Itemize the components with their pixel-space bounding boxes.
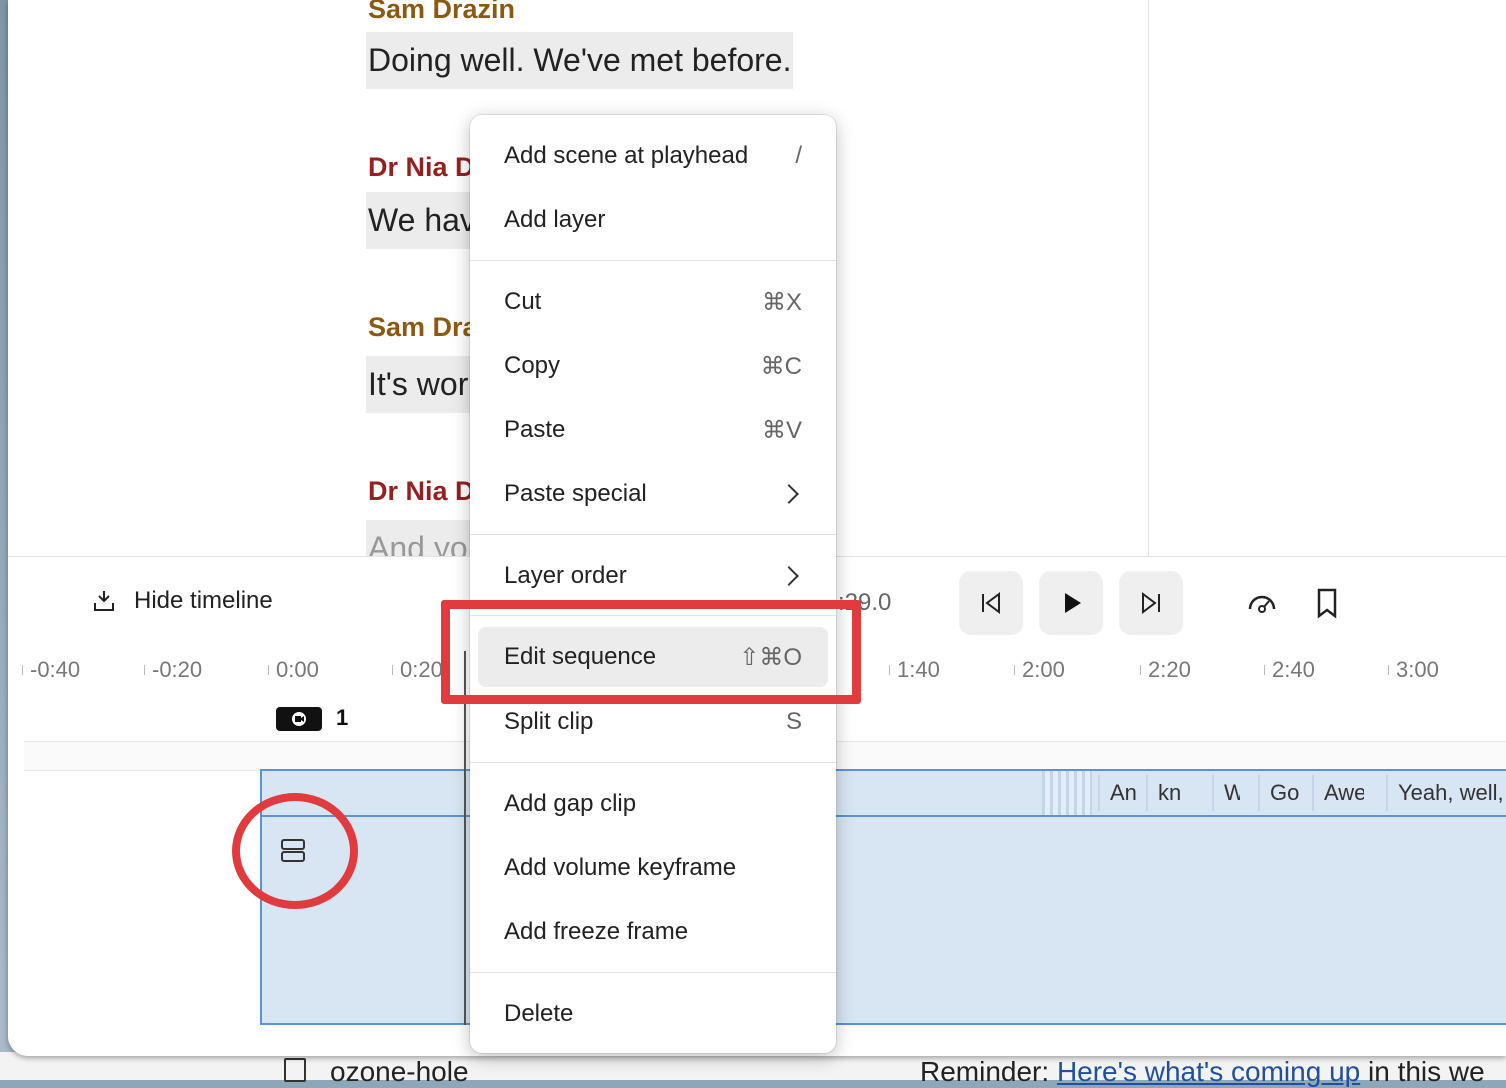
scene-camera-icon bbox=[276, 707, 322, 731]
word-chip[interactable]: Go bbox=[1258, 775, 1304, 811]
menu-item-add-layer[interactable]: Add layer bbox=[478, 193, 828, 247]
menu-item-layer-order[interactable]: Layer order bbox=[478, 549, 828, 603]
scene-number: 1 bbox=[336, 705, 349, 730]
transcript-line[interactable]: Doing well. We've met before. bbox=[366, 32, 794, 89]
menu-item-copy[interactable]: Copy ⌘C bbox=[478, 339, 828, 393]
play-icon bbox=[1065, 593, 1081, 613]
menu-item-add-volume-keyframe[interactable]: Add volume keyframe bbox=[478, 841, 828, 895]
chevron-right-icon bbox=[779, 566, 799, 586]
sequence-clip[interactable]: An kn W Go Awe Yeah, well, bbox=[232, 769, 1506, 1025]
ruler-tick: 2:40 bbox=[1264, 657, 1315, 682]
speaker-name: Dr Nia D bbox=[368, 476, 475, 506]
menu-item-paste[interactable]: Paste ⌘V bbox=[478, 403, 828, 457]
background-reminder: Reminder: Here's what's coming up in thi… bbox=[920, 1056, 1485, 1087]
hide-timeline-label: Hide timeline bbox=[134, 587, 273, 614]
word-stripes bbox=[1042, 771, 1092, 815]
chevron-right-icon bbox=[779, 484, 799, 504]
menu-separator bbox=[470, 762, 836, 763]
menu-item-delete[interactable]: Delete bbox=[478, 987, 828, 1041]
skip-back-icon bbox=[982, 592, 1000, 614]
speedometer-icon bbox=[1248, 595, 1276, 613]
word-chip[interactable]: Awe bbox=[1312, 775, 1364, 811]
ruler-tick: 0:00 bbox=[268, 657, 319, 682]
menu-item-add-freeze-frame[interactable]: Add freeze frame bbox=[478, 905, 828, 959]
menu-separator bbox=[470, 260, 836, 261]
play-button[interactable] bbox=[1039, 571, 1103, 635]
word-chip[interactable]: kn bbox=[1146, 775, 1188, 811]
bookmark-button[interactable] bbox=[1309, 585, 1345, 621]
reminder-link[interactable]: Here's what's coming up bbox=[1057, 1056, 1360, 1087]
speaker-name: Sam Drazin bbox=[368, 0, 516, 24]
menu-separator bbox=[470, 534, 836, 535]
skip-forward-button[interactable] bbox=[1119, 571, 1183, 635]
bookmark-icon bbox=[1317, 588, 1337, 619]
transcript-line[interactable]: We hav bbox=[366, 192, 478, 249]
word-chip[interactable]: W bbox=[1212, 775, 1240, 811]
word-chip[interactable]: Yeah, well, bbox=[1386, 775, 1506, 811]
menu-item-cut[interactable]: Cut ⌘X bbox=[478, 275, 828, 329]
context-menu: Add scene at playhead / Add layer Cut ⌘X C… bbox=[470, 115, 836, 1053]
background-ozone-text: ozone-hole bbox=[330, 1056, 469, 1087]
speaker-name: Dr Nia D bbox=[368, 152, 475, 182]
playhead[interactable] bbox=[464, 651, 466, 1025]
ruler-tick: -0:20 bbox=[143, 657, 203, 682]
word-chip[interactable]: An bbox=[1098, 775, 1148, 811]
menu-item-add-scene[interactable]: Add scene at playhead / bbox=[478, 129, 828, 183]
ruler-tick: 0:20 bbox=[392, 657, 443, 682]
checkbox-icon bbox=[284, 1058, 306, 1082]
skip-forward-icon bbox=[1142, 592, 1160, 614]
ruler-tick: 2:20 bbox=[1140, 657, 1191, 682]
ruler-tick: 2:00 bbox=[1014, 657, 1065, 682]
ruler-tick: 1:40 bbox=[889, 657, 940, 682]
background-window: ozone-hole Reminder: Here's what's comin… bbox=[0, 1052, 1506, 1087]
clip-word-track: An kn W Go Awe Yeah, well, bbox=[262, 771, 1506, 817]
playback-speed-button[interactable] bbox=[1244, 585, 1280, 621]
transcript-line[interactable]: It's wor bbox=[366, 356, 471, 413]
menu-separator bbox=[470, 972, 836, 973]
collapse-tray-icon bbox=[94, 591, 114, 611]
ruler-tick: -0:40 bbox=[21, 657, 81, 682]
hide-timeline-button[interactable]: Hide timeline bbox=[90, 587, 273, 615]
speaker-name: Sam Dra bbox=[368, 312, 478, 342]
menu-item-paste-special[interactable]: Paste special bbox=[478, 467, 828, 521]
skip-back-button[interactable] bbox=[959, 571, 1023, 635]
ruler-tick: 3:00 bbox=[1388, 657, 1439, 682]
menu-item-add-gap-clip[interactable]: Add gap clip bbox=[478, 777, 828, 831]
highlight-rectangle bbox=[441, 600, 861, 704]
highlight-circle bbox=[232, 793, 358, 909]
